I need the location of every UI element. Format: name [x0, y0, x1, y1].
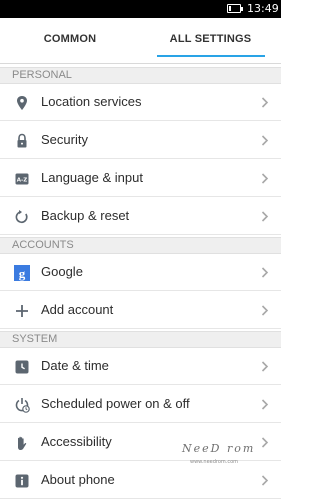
- settings-item-label: Accessibility: [41, 434, 112, 449]
- settings-item-language[interactable]: A-Z Language & input: [0, 160, 281, 197]
- tab-common[interactable]: COMMON: [0, 18, 140, 62]
- chevron-right-icon: [261, 361, 269, 372]
- settings-item-label: Date & time: [41, 358, 109, 373]
- settings-item-label: Location services: [41, 94, 142, 109]
- google-icon: g: [14, 265, 30, 281]
- section-header-system: SYSTEM: [0, 331, 281, 348]
- chevron-right-icon: [261, 211, 269, 222]
- hand-icon: [18, 436, 27, 450]
- settings-item-label: Backup & reset: [41, 208, 130, 223]
- active-tab-indicator: [157, 55, 265, 57]
- power-clock-icon: [15, 398, 30, 413]
- settings-item-date-time[interactable]: Date & time: [0, 348, 281, 385]
- watermark-url: www.needrom.com: [190, 459, 239, 465]
- watermark-logo: NeeD rom www.needrom.com: [182, 442, 278, 472]
- settings-item-label: Security: [41, 132, 88, 147]
- keyboard-az-icon: A-Z: [15, 173, 29, 185]
- settings-item-google[interactable]: g Google: [0, 254, 281, 291]
- chevron-right-icon: [261, 173, 269, 184]
- chevron-right-icon: [261, 97, 269, 108]
- settings-item-label: About phone: [41, 472, 115, 487]
- settings-item-label: Add account: [41, 302, 114, 317]
- chevron-right-icon: [261, 399, 269, 410]
- settings-item-label: Language & input: [41, 170, 143, 185]
- chevron-right-icon: [261, 305, 269, 316]
- svg-text:A-Z: A-Z: [17, 178, 28, 184]
- plus-icon: [16, 305, 28, 317]
- battery-icon: [227, 4, 243, 13]
- section-header-accounts: ACCOUNTS: [0, 237, 281, 254]
- settings-item-scheduled-power[interactable]: Scheduled power on & off: [0, 386, 281, 423]
- settings-item-label: Google: [41, 264, 83, 279]
- svg-text:g: g: [19, 266, 26, 281]
- refresh-icon: [15, 210, 28, 224]
- section-header-personal: PERSONAL: [0, 67, 281, 84]
- chevron-right-icon: [261, 475, 269, 486]
- settings-item-backup[interactable]: Backup & reset: [0, 198, 281, 235]
- settings-item-label: Scheduled power on & off: [41, 396, 190, 411]
- watermark-text: NeeD rom: [182, 442, 256, 455]
- status-time: 13:49: [247, 2, 279, 15]
- settings-item-security[interactable]: Security: [0, 122, 281, 159]
- info-icon: [15, 474, 29, 488]
- chevron-right-icon: [261, 267, 269, 278]
- settings-item-location[interactable]: Location services: [0, 84, 281, 121]
- location-pin-icon: [17, 96, 27, 110]
- lock-icon: [17, 133, 27, 148]
- clock-icon: [15, 360, 29, 374]
- tab-bar: COMMON ALL SETTINGS: [0, 18, 281, 64]
- settings-item-add-account[interactable]: Add account: [0, 292, 281, 329]
- status-bar: 13:49: [0, 0, 281, 18]
- chevron-right-icon: [261, 135, 269, 146]
- battery-level: [229, 6, 231, 11]
